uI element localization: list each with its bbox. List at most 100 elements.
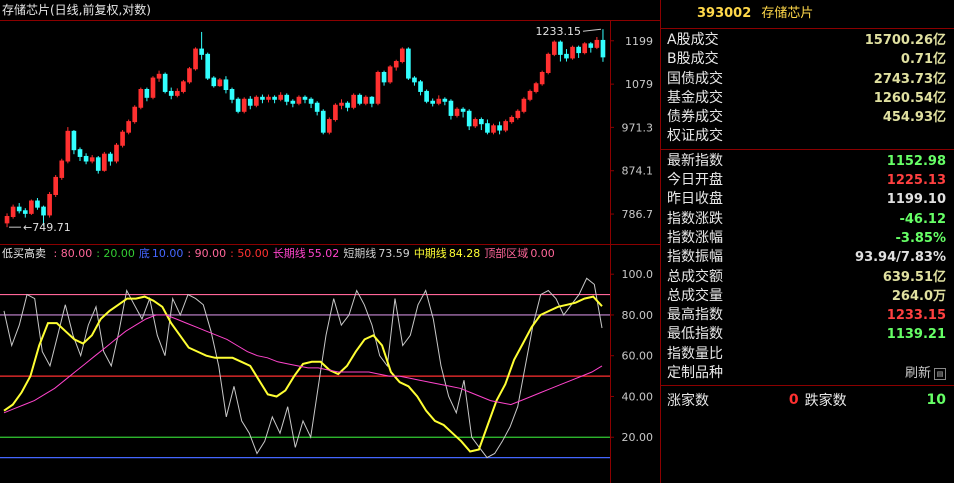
- candle-body: [363, 96, 369, 104]
- stat-row: 总成交额 639.51亿: [661, 268, 954, 287]
- candle-body: [558, 41, 563, 55]
- candle-body: [551, 41, 557, 55]
- indicator-item: : 80.00: [53, 247, 93, 260]
- stat-label: 债券成交: [667, 109, 723, 126]
- candle-body: [509, 116, 515, 123]
- stat-label: 今日开盘: [667, 172, 723, 189]
- candle-body: [266, 96, 271, 100]
- candle-body: [247, 98, 253, 106]
- index-stats-list: 最新指数 1152.98 今日开盘 1225.13 昨日收盘 1199.10 指数涨跌 -46…: [661, 150, 954, 384]
- candle-body: [10, 206, 16, 218]
- stat-value: 1199.10: [886, 192, 946, 208]
- indicator-item-value: 20.00: [103, 247, 135, 260]
- stat-value: 454.93亿: [882, 110, 946, 126]
- index-name: 存储芯片: [761, 6, 814, 21]
- turnover-list: A股成交 15700.26亿 B股成交 0.71亿 国债成交 2743.73亿 基金成交 12…: [661, 29, 954, 147]
- y-tick-label: 874.1: [622, 165, 654, 178]
- stat-row: 权证成交: [661, 127, 954, 146]
- indicator-item-label: 短期线: [343, 247, 377, 260]
- candle-body: [126, 121, 131, 133]
- candle-body: [533, 83, 539, 92]
- candle-body: [53, 176, 59, 196]
- candle-body: [600, 39, 606, 58]
- candle-body: [399, 48, 405, 63]
- candle-body: [594, 39, 600, 48]
- stat-label: 指数涨跌: [667, 210, 723, 227]
- candle-body: [138, 89, 144, 108]
- candle-body: [491, 125, 496, 133]
- candle-body: [357, 94, 363, 104]
- refresh-button[interactable]: 刷新 ▤: [905, 364, 946, 383]
- candle-body: [217, 79, 223, 87]
- indicator-item: 底 10.00: [139, 247, 184, 260]
- indicator-item: 长期线 55.02: [273, 247, 340, 260]
- stat-row: 债券成交 454.93亿: [661, 108, 954, 127]
- candle-body: [521, 98, 527, 112]
- candle-body: [272, 96, 277, 100]
- candle-body: [181, 81, 186, 92]
- stat-label: 指数振幅: [667, 249, 723, 266]
- stat-row: 指数量比: [661, 345, 954, 364]
- indicator-item: : 50.00: [230, 247, 269, 260]
- stat-row: 最高指数 1233.15: [661, 306, 954, 325]
- candle-body: [466, 110, 472, 127]
- stat-label: B股成交: [667, 51, 719, 68]
- candle-body: [369, 96, 375, 104]
- candle-body: [211, 77, 217, 87]
- stat-row: 基金成交 1260.54亿: [661, 89, 954, 108]
- candle-body: [460, 108, 466, 112]
- stat-row: 最新指数 1152.98: [661, 152, 954, 171]
- y-tick-label: 40.00: [622, 390, 654, 403]
- down-count: 10: [926, 392, 946, 409]
- indicator-item-label: 中期线: [413, 247, 447, 260]
- candle-body: [381, 71, 387, 83]
- candle-body: [406, 48, 411, 79]
- candle-body: [47, 194, 52, 216]
- candle-body: [144, 89, 150, 98]
- kline-chart[interactable]: 1199 1079 971.3 874.1 786.7 1233.15 ←749.71 100…: [0, 0, 660, 483]
- indicator-item: : 90.00: [187, 247, 227, 260]
- chart-area[interactable]: 1199 1079 971.3 874.1 786.7 1233.15 ←749.71 100…: [0, 0, 660, 483]
- candle-body: [150, 77, 156, 98]
- indicator-item: 顶部区域 0.00: [484, 247, 555, 260]
- candle-body: [588, 43, 594, 48]
- indicator-item-value: 80.00: [60, 247, 93, 260]
- stat-row: B股成交 0.71亿: [661, 50, 954, 69]
- candle-body: [235, 98, 241, 112]
- candle-body: [241, 98, 247, 112]
- indicator-series-line: [3, 295, 603, 453]
- candle-body: [4, 216, 10, 224]
- stat-label: A股成交: [667, 32, 719, 48]
- indicator-item: : 20.00: [96, 247, 135, 260]
- candle-body: [387, 66, 393, 83]
- up-count-label: 涨家数: [667, 393, 709, 410]
- candle-body: [223, 79, 229, 91]
- candle-body: [41, 206, 46, 216]
- y-tick-label: 100.0: [622, 268, 654, 281]
- low-label: ←749.71: [23, 221, 71, 234]
- candle-body: [333, 104, 338, 121]
- candle-body: [187, 68, 192, 83]
- candle-body: [254, 96, 259, 106]
- candle-body: [102, 153, 107, 171]
- candle-body: [454, 108, 460, 116]
- candle-body: [168, 90, 174, 96]
- candle-body: [59, 160, 65, 178]
- candle-body: [205, 53, 211, 79]
- y-tick-label: 1079: [625, 78, 653, 91]
- refresh-icon: ▤: [934, 367, 946, 380]
- stat-value: -46.12: [899, 211, 946, 227]
- candle-body: [278, 94, 284, 100]
- candle-body: [418, 81, 423, 92]
- stat-label: 最低指数: [667, 326, 723, 343]
- stat-label: 昨日收盘: [667, 191, 723, 208]
- stat-row: 指数涨跌 -46.12: [661, 210, 954, 229]
- stat-row: 最低指数 1139.21: [661, 325, 954, 344]
- candle-body: [345, 102, 350, 108]
- stat-row: 指数振幅 93.94/7.83%: [661, 248, 954, 267]
- stat-label: 指数涨幅: [667, 229, 723, 246]
- candle-body: [16, 206, 22, 212]
- stat-value: 0.71亿: [900, 52, 946, 68]
- panel-header: 393002 存储芯片: [661, 0, 954, 29]
- candle-body: [442, 98, 448, 102]
